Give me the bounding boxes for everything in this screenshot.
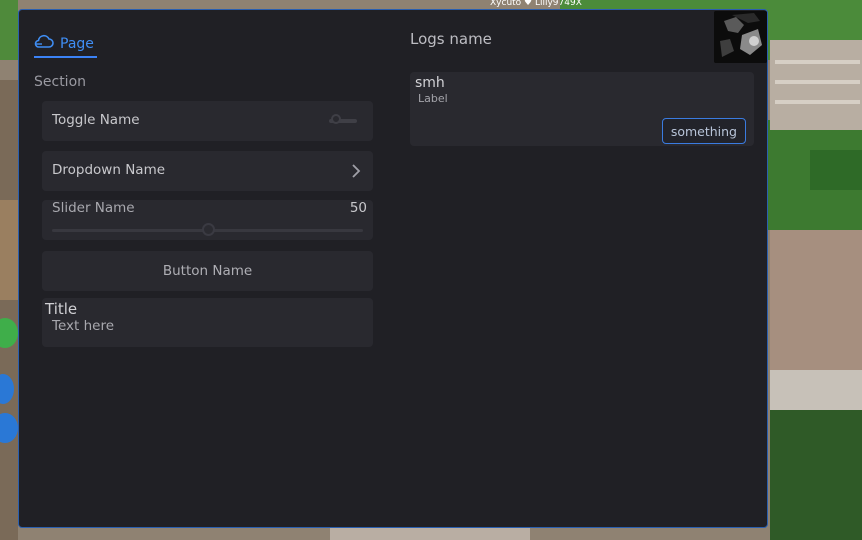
- chevron-right-icon: [351, 163, 361, 183]
- slider-row: Slider Name 50: [42, 200, 373, 240]
- button-label: Button Name: [162, 263, 253, 279]
- dropdown-row[interactable]: Dropdown Name: [42, 151, 373, 191]
- dropdown-label: Dropdown Name: [52, 162, 166, 178]
- paragraph-card: Title Text here: [42, 298, 373, 347]
- toggle-row[interactable]: Toggle Name: [42, 101, 373, 141]
- player-nametag: Xycuto ♥ Lilly9749X: [490, 0, 582, 8]
- toggle-label: Toggle Name: [52, 112, 140, 128]
- logs-title: Logs name: [410, 30, 492, 48]
- avatar: [714, 11, 767, 63]
- slider-label: Slider Name: [52, 200, 135, 216]
- action-button[interactable]: Button Name: [42, 251, 373, 291]
- section-title: Section: [34, 74, 87, 90]
- cloud-icon: [34, 34, 54, 54]
- tab-page[interactable]: Page: [34, 32, 97, 58]
- ui-window: Page Section Toggle Name Dropdown Name S…: [18, 9, 768, 528]
- paragraph-title: Title: [45, 300, 78, 318]
- log-entry: smh Label something: [410, 72, 754, 146]
- slider-thumb[interactable]: [201, 223, 215, 236]
- toggle-knob[interactable]: [331, 114, 341, 124]
- log-entry-label: Label: [418, 92, 448, 105]
- paragraph-text: Text here: [52, 318, 115, 334]
- log-entry-button[interactable]: something: [661, 118, 746, 144]
- log-entry-button-label: something: [670, 123, 737, 139]
- log-entry-title: smh: [415, 75, 445, 91]
- slider-value: 50: [349, 200, 367, 216]
- tab-label: Page: [60, 36, 94, 52]
